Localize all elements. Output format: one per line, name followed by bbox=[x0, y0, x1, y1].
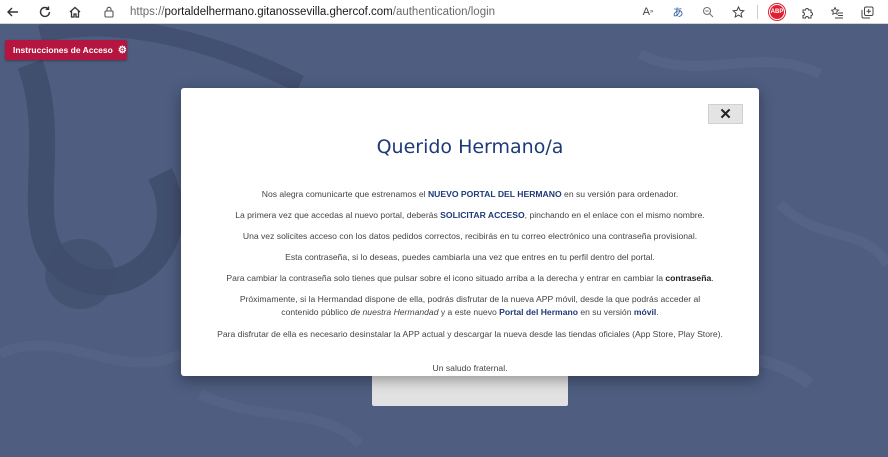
p2-text-c: , pinchando en el enlace con el mismo no… bbox=[524, 210, 705, 220]
abp-badge: ABP bbox=[769, 4, 785, 20]
modal-paragraph-7: Para disfrutar de ella es necesario desi… bbox=[217, 329, 723, 339]
refresh-icon[interactable] bbox=[34, 1, 56, 23]
collections-icon[interactable] bbox=[856, 1, 878, 23]
p6-text-e: en su versión bbox=[577, 307, 634, 317]
modal-paragraph-4: Esta contraseña, si lo deseas, puedes ca… bbox=[285, 252, 655, 262]
translate-glyph: あ bbox=[672, 7, 684, 19]
p6-portal-link: Portal del Hermano bbox=[499, 307, 578, 317]
browser-toolbar: https://portaldelhermano.gitanossevilla.… bbox=[0, 0, 888, 24]
favorite-star-icon[interactable] bbox=[727, 1, 749, 23]
p6-italic: de nuestra Hermandad bbox=[350, 307, 439, 317]
back-icon[interactable] bbox=[2, 1, 24, 23]
modal-paragraph-1: Nos alegra comunicarte que estrenamos el… bbox=[201, 188, 739, 201]
modal-paragraph-6: Próximamente, si la Hermandad dispone de… bbox=[221, 293, 719, 319]
access-instructions-button[interactable]: Instrucciones de Acceso ⚙ bbox=[5, 40, 127, 60]
url-text[interactable]: https://portaldelhermano.gitanossevilla.… bbox=[130, 6, 495, 18]
toolbar-divider bbox=[757, 5, 758, 19]
url-prefix: https:// bbox=[130, 5, 165, 18]
modal-paragraph-5: Para cambiar la contraseña solo tienes q… bbox=[201, 272, 739, 285]
p1-text-c: en su versión para ordenador. bbox=[561, 189, 679, 199]
p5-text-c: . bbox=[711, 273, 714, 283]
lock-icon[interactable] bbox=[100, 6, 118, 18]
translate-icon[interactable]: あ bbox=[667, 1, 689, 23]
welcome-modal: ✕ Querido Hermano/a Nos alegra comunicar… bbox=[181, 88, 759, 376]
p2-text-a: La primera vez que accedas al nuevo port… bbox=[235, 210, 441, 220]
address-bar[interactable]: https://portaldelhermano.gitanossevilla.… bbox=[100, 1, 640, 23]
url-path: /authentication/login bbox=[392, 5, 496, 18]
gear-icon: ⚙ bbox=[117, 44, 127, 56]
extensions-puzzle-icon[interactable] bbox=[796, 1, 818, 23]
read-aloud-icon[interactable]: A» bbox=[637, 1, 659, 23]
modal-title: Querido Hermano/a bbox=[376, 136, 564, 158]
close-icon: ✕ bbox=[719, 106, 732, 123]
modal-paragraph-2: La primera vez que accedas al nuevo port… bbox=[201, 209, 739, 222]
p5-text-a: Para cambiar la contraseña solo tienes q… bbox=[226, 273, 666, 283]
close-modal-button[interactable]: ✕ bbox=[708, 104, 743, 124]
p2-emphasis: SOLICITAR ACCESO bbox=[440, 210, 525, 220]
modal-paragraph-8: Un saludo fraternal. bbox=[432, 363, 508, 373]
p6-text-c: y a este nuevo bbox=[438, 307, 500, 317]
p6-mobile-emphasis: móvil bbox=[633, 307, 657, 317]
p5-emphasis: contraseña bbox=[665, 273, 712, 283]
p6-text-g: . bbox=[656, 307, 659, 317]
home-icon[interactable] bbox=[64, 1, 86, 23]
modal-paragraph-3: Una vez solicites acceso con los datos p… bbox=[242, 231, 698, 241]
access-button-label: Instrucciones de Acceso bbox=[13, 45, 113, 55]
zoom-icon[interactable] bbox=[697, 1, 719, 23]
adblock-extension-icon[interactable]: ABP bbox=[766, 1, 788, 23]
p1-emphasis: NUEVO PORTAL DEL HERMANO bbox=[427, 189, 562, 199]
read-aloud-glyph: A bbox=[642, 6, 650, 18]
p1-text-a: Nos alegra comunicarte que estrenamos el bbox=[261, 189, 428, 199]
url-domain: portaldelhermano.gitanossevilla.ghercof.… bbox=[164, 5, 393, 18]
favorites-list-icon[interactable] bbox=[826, 1, 848, 23]
browser-actions: A» あ ABP bbox=[629, 0, 888, 24]
